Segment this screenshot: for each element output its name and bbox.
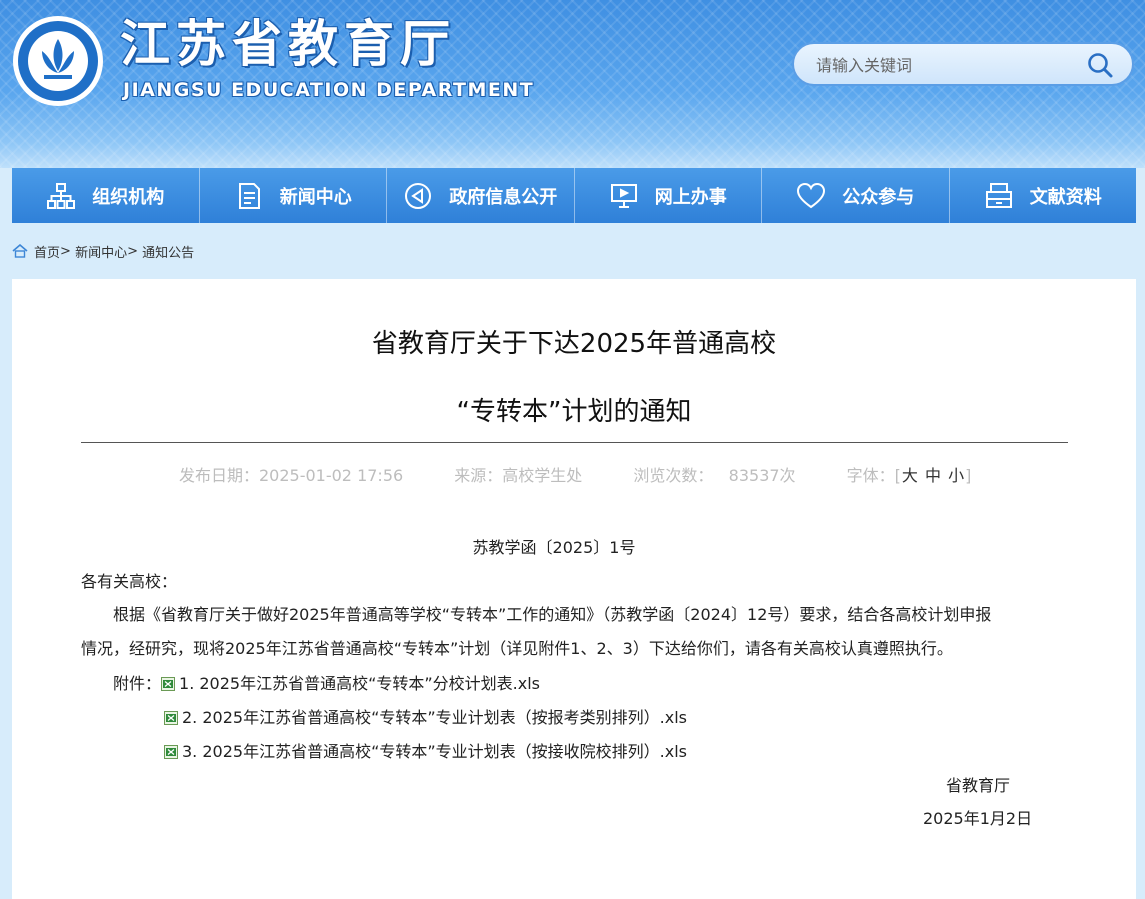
excel-file-icon: [164, 711, 178, 725]
nav-label: 新闻中心: [279, 186, 352, 208]
site-title: 江苏省教育厅: [120, 15, 456, 73]
font-size-large-button[interactable]: 大: [902, 466, 918, 485]
site-subtitle: JIANGSU EDUCATION DEPARTMENT: [123, 79, 535, 101]
nav-item-documents[interactable]: 文献资料: [950, 168, 1137, 223]
nav-label: 公众参与: [842, 186, 915, 208]
font-size-small-button[interactable]: 小: [948, 466, 964, 485]
nav-item-gov-info[interactable]: 政府信息公开: [387, 168, 575, 223]
signature-org: 省教育厅: [946, 776, 1011, 795]
font-size-bracket: ]: [965, 466, 972, 485]
article-title-line-1: 省教育厅关于下达2025年普通高校: [371, 329, 777, 359]
nav-label: 政府信息公开: [449, 186, 558, 208]
info-open-icon: [405, 182, 432, 209]
excel-file-icon: [161, 677, 176, 691]
font-size-control: 字体：[大 中 小]: [847, 466, 972, 485]
search-icon[interactable]: [1086, 51, 1114, 79]
article-panel: 省教育厅关于下达2025年普通高校 “专转本”计划的通知 发布日期：2025-0…: [12, 279, 1136, 899]
salutation: 各有关高校：: [81, 572, 178, 591]
search-input[interactable]: [814, 44, 1088, 86]
document-number: 苏教学函〔2025〕1号: [472, 538, 636, 557]
site-header: 江苏省教育厅 JIANGSU EDUCATION DEPARTMENT: [0, 0, 1145, 168]
document-icon: [238, 182, 260, 209]
publish-date: 发布日期：2025-01-02 17:56: [179, 466, 404, 485]
breadcrumb-separator: >: [60, 243, 71, 259]
nav-label: 文献资料: [1029, 186, 1102, 208]
search-box: [792, 42, 1134, 86]
font-size-label: 字体：[: [846, 466, 901, 485]
archive-icon: [985, 182, 1012, 208]
nav-item-organization[interactable]: 组织机构: [12, 168, 200, 223]
breadcrumb-home-link[interactable]: 首页: [34, 242, 60, 261]
home-icon: [12, 244, 28, 258]
attachment-row-3: 3. 2025年江苏省普通高校“专转本”专业计划表（按接收院校排列）.xls: [164, 741, 687, 763]
paragraph-line-2: 情况，经研究，现将2025年江苏省普通高校“专转本”计划（详见附件1、2、3）下…: [81, 639, 953, 658]
attachment-link[interactable]: 2. 2025年江苏省普通高校“专转本”专业计划表（按报考类别排列）.xls: [182, 707, 687, 729]
nav-item-news[interactable]: 新闻中心: [200, 168, 387, 223]
attachment-link[interactable]: 1. 2025年江苏省普通高校“专转本”分校计划表.xls: [179, 673, 540, 695]
nav-item-online-service[interactable]: 网上办事: [575, 168, 762, 223]
view-count: 浏览次数： 83537次: [633, 466, 796, 485]
title-divider: [81, 442, 1068, 443]
attachments-label: 附件：: [113, 674, 162, 693]
breadcrumb-separator: >: [127, 243, 138, 259]
breadcrumb-news-link[interactable]: 新闻中心: [75, 242, 127, 261]
attachment-link[interactable]: 3. 2025年江苏省普通高校“专转本”专业计划表（按接收院校排列）.xls: [182, 741, 687, 763]
excel-file-icon: [164, 745, 178, 759]
monitor-icon: [610, 183, 637, 208]
attachment-row-2: 2. 2025年江苏省普通高校“专转本”专业计划表（按报考类别排列）.xls: [164, 707, 687, 729]
nav-item-public-participation[interactable]: 公众参与: [762, 168, 950, 223]
article-title-line-2: “专转本”计划的通知: [456, 397, 692, 427]
article-source: 来源：高校学生处: [454, 466, 583, 485]
heart-icon: [797, 182, 826, 208]
main-nav: 组织机构 新闻中心 政府信息公开 网上办事 公众参与 文献资料: [12, 168, 1136, 223]
jiangsu-education-emblem-icon[interactable]: [12, 15, 104, 107]
font-size-medium-button[interactable]: 中: [925, 466, 941, 485]
article-meta: 发布日期：2025-01-02 17:56 来源：高校学生处 浏览次数： 835…: [179, 462, 1059, 486]
nav-label: 组织机构: [92, 186, 165, 208]
nav-label: 网上办事: [654, 186, 727, 208]
attachment-row-1: 附件： 1. 2025年江苏省普通高校“专转本”分校计划表.xls: [113, 673, 540, 695]
breadcrumb: 首页 > 新闻中心 > 通知公告: [12, 241, 194, 261]
org-chart-icon: [47, 182, 76, 209]
breadcrumb-current-link[interactable]: 通知公告: [142, 242, 194, 261]
signature-date: 2025年1月2日: [923, 809, 1033, 828]
paragraph-line-1: 根据《省教育厅关于做好2025年普通高等学校“专转本”工作的通知》（苏教学函〔2…: [113, 605, 992, 624]
